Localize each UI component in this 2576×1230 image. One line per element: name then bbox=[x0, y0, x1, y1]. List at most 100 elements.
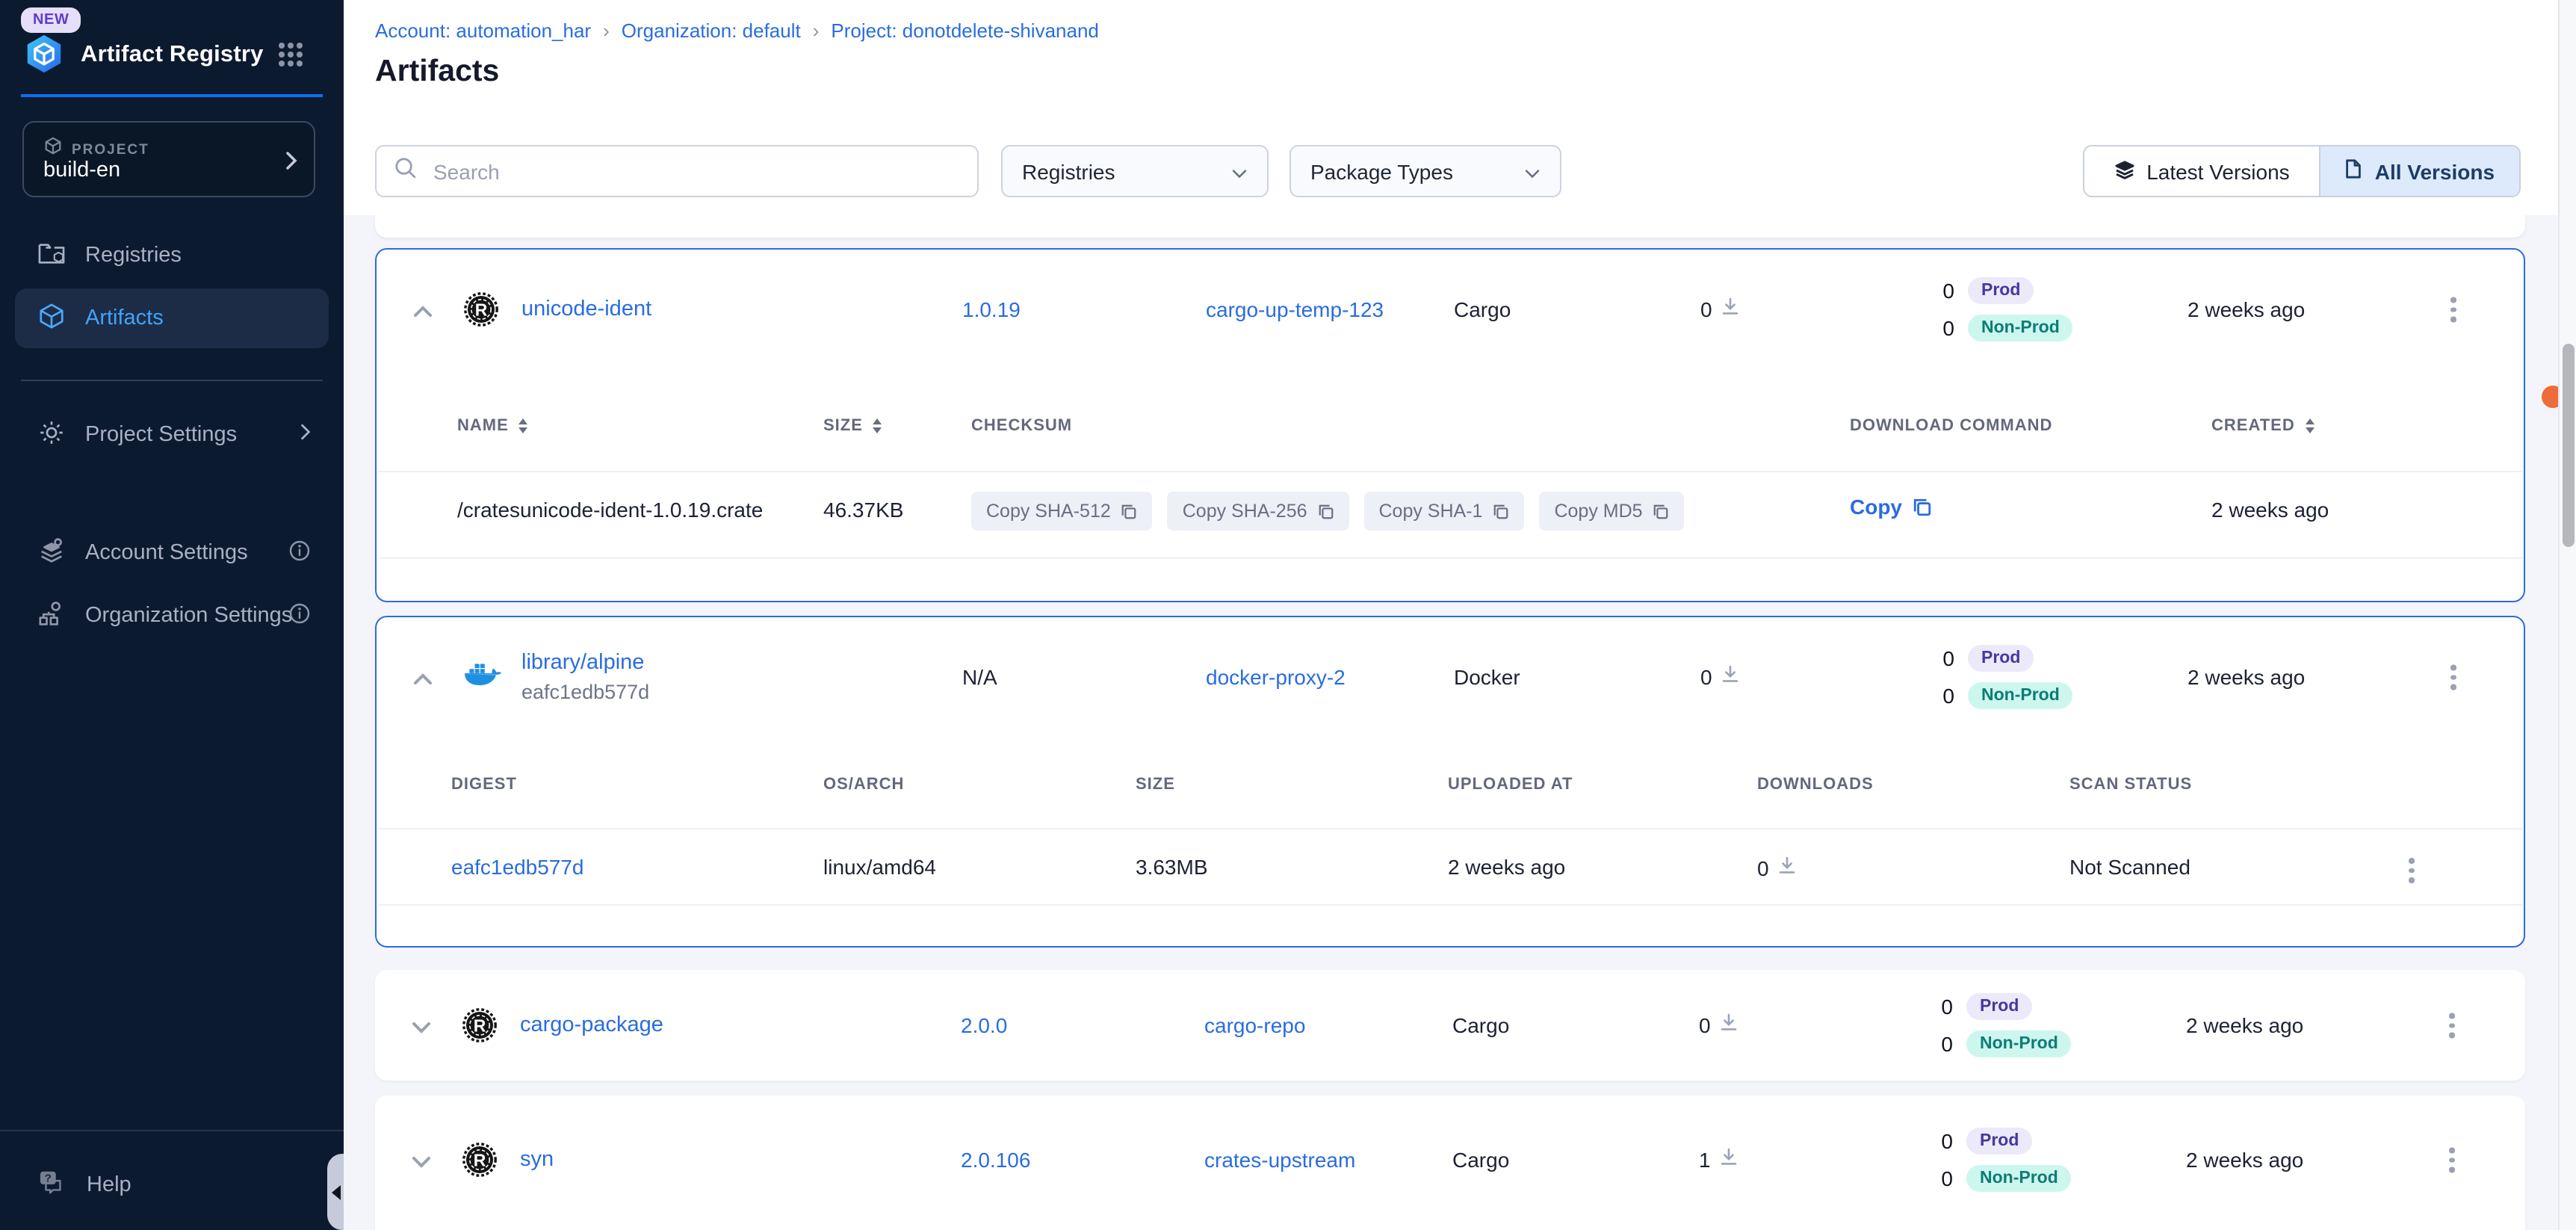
copy-sha256-button[interactable]: Copy SHA-256 bbox=[1168, 492, 1349, 531]
nonprod-badge: Non-Prod bbox=[1966, 1030, 2072, 1057]
column-header-size: SIZE bbox=[823, 417, 882, 435]
files-table-header: NAME SIZE CHECKSUM DOWNLOAD COMMAND CREA… bbox=[377, 417, 2524, 456]
artifact-version-link[interactable]: 2.0.106 bbox=[961, 1148, 1030, 1172]
copy-icon bbox=[1913, 497, 1932, 516]
sidebar-item-registries[interactable]: Registries bbox=[0, 226, 344, 285]
sidebar-collapse-handle[interactable] bbox=[327, 1154, 344, 1230]
row-menu-kebab-icon[interactable] bbox=[2443, 1007, 2460, 1044]
scrollbar-thumb[interactable] bbox=[2563, 344, 2575, 547]
updated-timestamp: 2 weeks ago bbox=[2188, 297, 2305, 321]
registries-filter-dropdown[interactable]: Registries bbox=[1001, 145, 1269, 197]
svg-text:R: R bbox=[474, 1016, 486, 1035]
package-type: Docker bbox=[1454, 665, 1520, 689]
docker-icon bbox=[463, 659, 502, 695]
sidebar-divider bbox=[0, 1130, 344, 1131]
sidebar-item-project-settings[interactable]: Project Settings bbox=[0, 405, 344, 465]
artifact-row: R unicode-ident 1.0.19 cargo-up-temp-123… bbox=[377, 250, 2524, 369]
column-header-size: SIZE bbox=[1136, 776, 1175, 794]
artifact-registry-link[interactable]: cargo-repo bbox=[1204, 1013, 1305, 1037]
sidebar-item-account-settings[interactable]: Account Settings bbox=[0, 523, 344, 583]
column-header-os-arch: OS/ARCH bbox=[823, 776, 904, 794]
breadcrumb-organization-link[interactable]: Organization: default bbox=[622, 19, 801, 42]
breadcrumb-project-link[interactable]: Project: donotdelete-shivanand bbox=[831, 19, 1098, 42]
chevron-right-icon bbox=[300, 423, 311, 447]
artifact-registry-link[interactable]: cargo-up-temp-123 bbox=[1206, 297, 1384, 321]
all-versions-button[interactable]: All Versions bbox=[2319, 146, 2519, 196]
copy-download-command-link[interactable]: Copy bbox=[1850, 495, 1932, 519]
artifact-registry-link[interactable]: docker-proxy-2 bbox=[1206, 665, 1346, 689]
svg-text:R: R bbox=[475, 300, 488, 319]
downloads-count: 0 bbox=[1699, 1013, 1711, 1037]
app-grid-icon[interactable] bbox=[278, 42, 303, 67]
help-chat-icon: ? bbox=[37, 1169, 67, 1202]
copy-md5-button[interactable]: Copy MD5 bbox=[1539, 492, 1684, 531]
prod-count: 0 bbox=[1899, 1129, 1953, 1153]
gear-icon bbox=[37, 418, 66, 452]
breadcrumb: Account: automation_har › Organization: … bbox=[375, 19, 1099, 42]
updated-timestamp: 2 weeks ago bbox=[2188, 665, 2305, 689]
artifact-name-link[interactable]: syn bbox=[520, 1148, 554, 1172]
digest-table-header: DIGEST OS/ARCH SIZE UPLOADED AT DOWNLOAD… bbox=[377, 776, 2524, 815]
expand-row-chevron-down-icon[interactable] bbox=[411, 1149, 432, 1170]
search-icon bbox=[394, 156, 417, 186]
row-menu-kebab-icon[interactable] bbox=[2445, 659, 2462, 696]
page-scrollbar[interactable] bbox=[2558, 0, 2576, 1230]
artifact-name-link[interactable]: library/alpine bbox=[521, 651, 649, 675]
new-badge: NEW bbox=[21, 7, 81, 33]
sidebar-item-artifacts[interactable]: Artifacts bbox=[15, 288, 329, 348]
sort-icon[interactable] bbox=[519, 418, 528, 433]
row-menu-kebab-icon[interactable] bbox=[2445, 291, 2462, 328]
sort-icon[interactable] bbox=[873, 418, 882, 433]
org-gear-icon bbox=[37, 599, 66, 633]
breadcrumb-separator: › bbox=[813, 19, 820, 42]
artifact-name-link[interactable]: cargo-package bbox=[520, 1013, 663, 1037]
sidebar: NEW Artifact Registry bbox=[0, 0, 344, 1230]
copy-icon bbox=[1653, 503, 1670, 519]
sort-icon[interactable] bbox=[2306, 418, 2315, 433]
downloads-count: 1 bbox=[1699, 1148, 1711, 1172]
column-header-digest: DIGEST bbox=[451, 776, 517, 794]
info-icon[interactable] bbox=[288, 602, 311, 630]
artifact-registry-link[interactable]: crates-upstream bbox=[1204, 1148, 1355, 1172]
artifact-registry-app: NEW Artifact Registry bbox=[0, 0, 2576, 1230]
row-menu-kebab-icon[interactable] bbox=[2443, 1142, 2460, 1178]
download-icon bbox=[1721, 664, 1739, 690]
chevron-right-icon bbox=[285, 151, 297, 178]
artifact-name-link[interactable]: unicode-ident bbox=[521, 297, 651, 321]
artifact-version-link[interactable]: 2.0.0 bbox=[961, 1013, 1007, 1037]
info-icon[interactable] bbox=[288, 539, 311, 567]
page-title: Artifacts bbox=[375, 54, 499, 90]
copy-icon bbox=[1493, 503, 1509, 519]
breadcrumb-account-link[interactable]: Account: automation_har bbox=[375, 19, 591, 42]
sidebar-item-organization-settings[interactable]: Organization Settings bbox=[0, 586, 344, 646]
latest-versions-button[interactable]: Latest Versions bbox=[2084, 146, 2319, 196]
package-type: Cargo bbox=[1452, 1148, 1509, 1172]
sidebar-item-label: Registries bbox=[85, 244, 182, 268]
svg-text:R: R bbox=[474, 1150, 486, 1169]
copy-sha1-button[interactable]: Copy SHA-1 bbox=[1364, 492, 1525, 531]
artifact-version-link[interactable]: 1.0.19 bbox=[962, 297, 1021, 321]
digest-menu-kebab-icon[interactable] bbox=[2403, 852, 2420, 888]
package-types-filter-dropdown[interactable]: Package Types bbox=[1289, 145, 1561, 197]
size-value: 3.63MB bbox=[1136, 855, 1208, 879]
search-box bbox=[375, 145, 979, 197]
table-divider bbox=[378, 471, 2522, 472]
copy-sha512-button[interactable]: Copy SHA-512 bbox=[971, 492, 1153, 531]
copy-icon bbox=[1121, 503, 1138, 519]
prod-badge: Prod bbox=[1968, 645, 2034, 672]
sidebar-item-label: Artifacts bbox=[85, 306, 164, 330]
sidebar-item-help[interactable]: ? Help bbox=[0, 1155, 344, 1215]
search-input[interactable] bbox=[430, 158, 938, 185]
collapse-row-chevron-up-icon[interactable] bbox=[412, 299, 433, 320]
project-selector[interactable]: PROJECT build-en bbox=[22, 121, 315, 197]
package-types-filter-label: Package Types bbox=[1310, 159, 1453, 183]
folder-icon bbox=[37, 240, 66, 271]
digest-link[interactable]: eafc1edb577d bbox=[451, 855, 584, 879]
artifact-row: R cargo-package 2.0.0 cargo-repo Cargo 0… bbox=[375, 970, 2525, 1081]
chevron-down-icon bbox=[1231, 159, 1248, 183]
expand-row-chevron-down-icon[interactable] bbox=[411, 1015, 432, 1036]
prod-badge: Prod bbox=[1966, 993, 2032, 1020]
collapse-row-chevron-up-icon[interactable] bbox=[412, 667, 433, 687]
sidebar-item-label: Account Settings bbox=[85, 541, 248, 565]
nonprod-badge: Non-Prod bbox=[1968, 682, 2073, 709]
